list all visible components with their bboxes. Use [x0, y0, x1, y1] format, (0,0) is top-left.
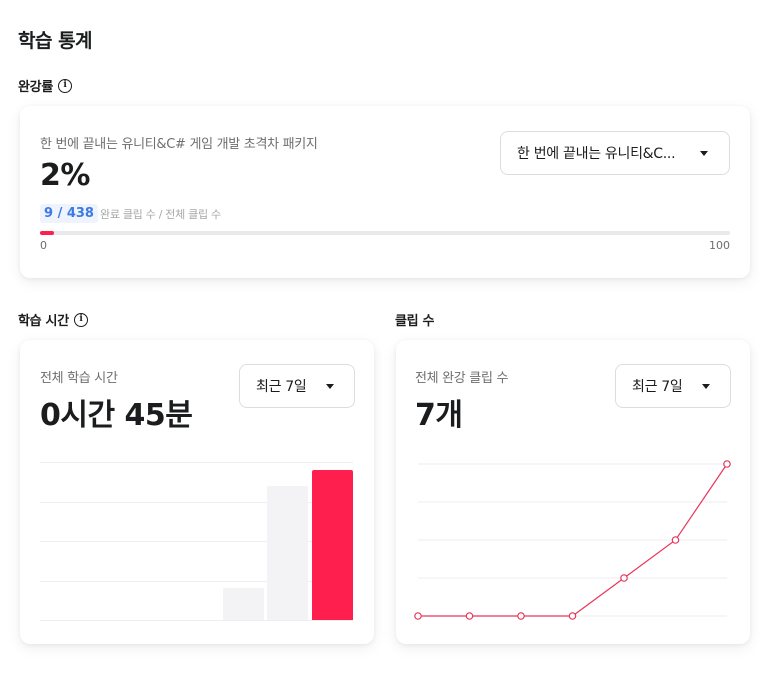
clips-line-chart	[414, 460, 731, 620]
bar	[267, 485, 309, 620]
completion-card: 한 번에 끝내는 유니티&C# 게임 개발 초격차 패키지 2% 한 번에 끝내…	[20, 106, 750, 278]
completion-percent: 2%	[40, 158, 90, 193]
chevron-down-icon	[700, 151, 708, 156]
progress-axis-min: 0	[40, 239, 47, 252]
data-point	[517, 612, 525, 620]
clips-card: 전체 완강 클립 수 7개 최근 7일	[396, 340, 750, 644]
progress-axis-max: 100	[709, 239, 730, 252]
study-time-label-text: 학습 시간	[18, 314, 69, 329]
data-point	[723, 460, 731, 468]
clips-label-text: 클립 수	[395, 314, 435, 329]
course-select-dropdown[interactable]: 한 번에 끝내는 유니티&C...	[500, 131, 730, 175]
completion-section-label: 완강률 i	[18, 76, 72, 95]
study-period-value: 최근 7일	[256, 379, 307, 395]
completion-ratio-badge: 9 / 438	[40, 204, 98, 223]
info-icon[interactable]: i	[73, 312, 88, 327]
data-point	[414, 612, 422, 620]
course-select-value: 한 번에 끝내는 유니티&C...	[517, 146, 676, 162]
completion-label-text: 완강률	[18, 80, 53, 95]
data-point	[671, 536, 680, 544]
completion-progress-bar	[40, 231, 730, 235]
clips-section-label: 클립 수	[395, 310, 435, 329]
course-name: 한 번에 끝내는 유니티&C# 게임 개발 초격차 패키지	[40, 137, 318, 152]
study-period-dropdown[interactable]: 최근 7일	[239, 364, 355, 408]
completion-progress-fill	[40, 231, 54, 235]
chevron-down-icon	[326, 384, 334, 389]
grid-line	[40, 462, 353, 463]
page-title: 학습 통계	[18, 30, 93, 52]
study-time-value: 0시간 45분	[40, 398, 193, 433]
study-time-section-label: 학습 시간 i	[18, 310, 88, 329]
data-point	[620, 574, 628, 582]
info-icon[interactable]: i	[57, 78, 72, 93]
data-point	[568, 612, 577, 620]
study-time-bar-chart	[40, 460, 353, 621]
data-point	[465, 612, 474, 620]
study-time-card: 전체 학습 시간 0시간 45분 최근 7일	[20, 340, 374, 644]
bar	[222, 588, 264, 620]
completion-ratio-caption: 완료 클립 수 / 전체 클립 수	[100, 208, 221, 221]
bar	[312, 469, 353, 620]
grid-line	[40, 620, 353, 621]
study-time-caption: 전체 학습 시간	[40, 371, 118, 386]
